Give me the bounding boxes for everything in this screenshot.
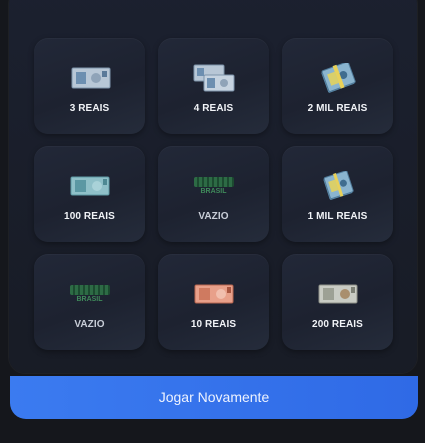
empty-logo-icon: BRASIL [192,171,236,201]
money-stack-icon [321,63,356,93]
prize-tile[interactable]: BRASIL VAZIO [158,146,269,242]
prize-tile[interactable]: 200 REAIS [282,254,393,350]
empty-logo-text: BRASIL [76,296,103,303]
prize-label: 10 REAIS [190,319,237,330]
prize-label: VAZIO [198,211,229,222]
empty-logo-icon: BRASIL [68,279,112,309]
prize-tile[interactable]: 1 MIL REAIS [282,146,393,242]
play-again-button[interactable]: Jogar Novamente [10,376,418,419]
prize-tile[interactable]: 3 REAIS [34,38,145,134]
two-bill-icon [71,67,110,89]
prize-tile[interactable]: 2 MIL REAIS [282,38,393,134]
prize-label: 200 REAIS [312,319,363,330]
prize-label: 3 REAIS [69,103,110,114]
hundred-bill-icon [70,176,109,196]
money-stack-icon [323,171,354,200]
empty-logo-text: BRASIL [200,188,227,195]
two-hundred-bill-icon [318,284,357,304]
ten-bill-icon [194,284,233,304]
prize-tile[interactable]: 100 REAIS [34,146,145,242]
prize-grid: 3 REAIS 4 REAIS 2 MIL REAIS 100 REAIS BR… [34,38,393,350]
prize-tile[interactable]: 10 REAIS [158,254,269,350]
prize-tile[interactable]: 4 REAIS [158,38,269,134]
prize-label: 1 MIL REAIS [307,211,368,222]
prize-label: 100 REAIS [64,211,115,222]
prize-label: VAZIO [74,319,105,330]
prize-tile[interactable]: BRASIL VAZIO [34,254,145,350]
two-bills-icon [193,64,234,92]
prize-label: 4 REAIS [193,103,234,114]
prize-label: 2 MIL REAIS [307,103,368,114]
